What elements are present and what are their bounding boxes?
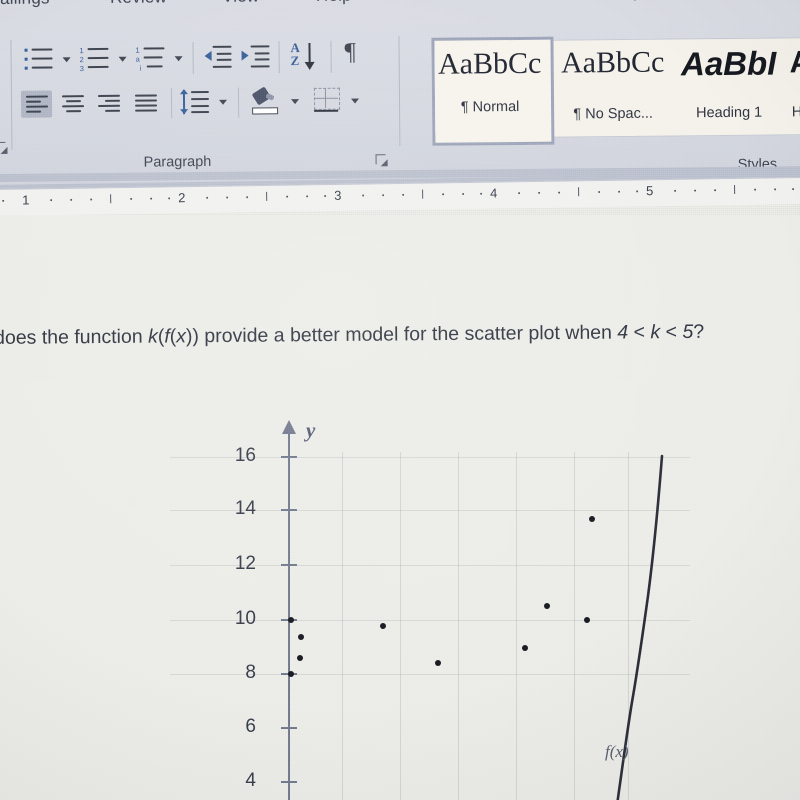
inequality-low: 4 bbox=[617, 321, 629, 344]
style-name-no-spacing: ¶ No Spac... bbox=[573, 105, 654, 123]
sort-button[interactable]: A Z bbox=[288, 40, 320, 73]
word-screenshot-photo: ailings Review View Help Tell me what yo… bbox=[0, 0, 800, 800]
group-separator-paragraph-styles bbox=[398, 36, 401, 147]
ribbon-tab-strip: ailings Review View Help Tell me what yo… bbox=[0, 0, 800, 30]
scatter-point bbox=[584, 617, 590, 623]
scatter-point bbox=[298, 634, 304, 640]
numbering-dropdown-chevron-down-icon[interactable] bbox=[118, 56, 127, 62]
variable-x: x bbox=[176, 325, 187, 348]
multilevel-list-dropdown-chevron-down-icon[interactable] bbox=[174, 56, 183, 62]
tell-me-placeholder: Tell me what you want to do bbox=[534, 0, 744, 3]
scatter-plot-figure: y 16 14 12 10 8 6 4 f(x) bbox=[170, 410, 690, 800]
question-text: does the function k(f(x)) provide a bett… bbox=[0, 320, 800, 350]
align-center-button[interactable] bbox=[58, 90, 89, 117]
borders-button[interactable] bbox=[313, 87, 343, 117]
group-separator-left bbox=[10, 39, 13, 150]
style-preview-no-spacing: AaBbCc bbox=[560, 45, 665, 80]
style-item-heading1[interactable]: AaBbI Heading 1 bbox=[676, 38, 781, 135]
show-hide-marks-button[interactable]: ¶ bbox=[344, 36, 368, 68]
ruler-mark-4: 4 bbox=[490, 185, 498, 201]
ribbon-tab-view[interactable]: View bbox=[222, 0, 260, 7]
left-group-settings-launcher-icon[interactable] bbox=[0, 142, 8, 154]
style-name-heading2: He bbox=[791, 104, 800, 121]
line-spacing-dropdown-chevron-down-icon[interactable] bbox=[219, 99, 228, 105]
scatter-point bbox=[522, 645, 528, 651]
inequality-op-2: < bbox=[660, 320, 683, 344]
style-name-heading1: Heading 1 bbox=[696, 104, 763, 122]
scatter-point bbox=[544, 603, 550, 609]
shading-button[interactable] bbox=[251, 86, 283, 117]
align-right-button[interactable] bbox=[95, 90, 126, 117]
line-spacing-button[interactable] bbox=[179, 89, 213, 117]
ribbon-tab-review[interactable]: Review bbox=[110, 0, 167, 8]
scatter-point bbox=[435, 660, 441, 666]
inequality-op-1: < bbox=[628, 321, 651, 344]
sep-indent bbox=[192, 42, 194, 75]
inequality-k: k bbox=[650, 321, 661, 344]
align-left-button[interactable] bbox=[20, 90, 53, 118]
style-item-no-spacing[interactable]: AaBbCc ¶ No Spac... bbox=[552, 39, 673, 136]
curve-label-fx: f(x) bbox=[605, 742, 629, 761]
ruler-mark-5: 5 bbox=[645, 183, 654, 199]
document-page: does the function k(f(x)) provide a bett… bbox=[0, 215, 800, 800]
paragraph-settings-launcher-icon[interactable] bbox=[376, 154, 388, 167]
multilevel-list-button[interactable]: 1 a i bbox=[134, 44, 168, 73]
sep-linespacing bbox=[170, 88, 173, 119]
style-preview-heading2: A bbox=[789, 44, 800, 80]
bullets-dropdown-chevron-down-icon[interactable] bbox=[62, 57, 71, 63]
style-name-normal-selected: ¶ Normal bbox=[460, 98, 520, 116]
increase-indent-button[interactable] bbox=[240, 44, 270, 70]
question-prefix: does the function bbox=[0, 325, 149, 349]
sep-shading bbox=[237, 87, 240, 118]
ribbon-tab-mailings[interactable]: ailings bbox=[0, 0, 50, 9]
scatter-point bbox=[288, 671, 294, 677]
tell-me-search-box[interactable]: Tell me what you want to do bbox=[510, 0, 744, 3]
search-icon bbox=[510, 0, 525, 1]
question-middle: provide a better model for the scatter p… bbox=[198, 321, 618, 348]
justify-button[interactable] bbox=[132, 89, 163, 116]
sep-pilcrow bbox=[330, 40, 332, 73]
ribbon-tab-help[interactable]: Help bbox=[316, 0, 352, 6]
word-ribbon: ailings Review View Help Tell me what yo… bbox=[0, 0, 800, 192]
ruler-mark-3: 3 bbox=[334, 187, 342, 203]
style-item-heading2[interactable]: A He bbox=[782, 38, 800, 134]
ruler-mark-2: 2 bbox=[178, 190, 186, 206]
shading-dropdown-chevron-down-icon[interactable] bbox=[291, 99, 300, 105]
style-preview-heading1: AaBbI bbox=[680, 44, 777, 83]
scatter-point bbox=[380, 623, 386, 629]
bullets-button[interactable] bbox=[22, 45, 56, 73]
scatter-point bbox=[589, 516, 595, 522]
ruler-mark-1: 1 bbox=[22, 192, 30, 208]
numbering-button[interactable]: 1 2 3 bbox=[78, 45, 112, 73]
sep-sort bbox=[278, 41, 280, 74]
inequality-high: 5 bbox=[682, 320, 694, 343]
style-preview-normal-selected: AaBbCc bbox=[437, 46, 542, 81]
question-mark: ? bbox=[693, 320, 705, 343]
borders-dropdown-chevron-down-icon[interactable] bbox=[351, 98, 360, 104]
decrease-indent-button[interactable] bbox=[202, 45, 232, 71]
scatter-point bbox=[288, 617, 294, 623]
scatter-point bbox=[297, 655, 303, 661]
paren-close: )) bbox=[185, 325, 200, 348]
paragraph-group-label: Paragraph bbox=[143, 153, 212, 171]
function-k: k bbox=[147, 325, 158, 348]
